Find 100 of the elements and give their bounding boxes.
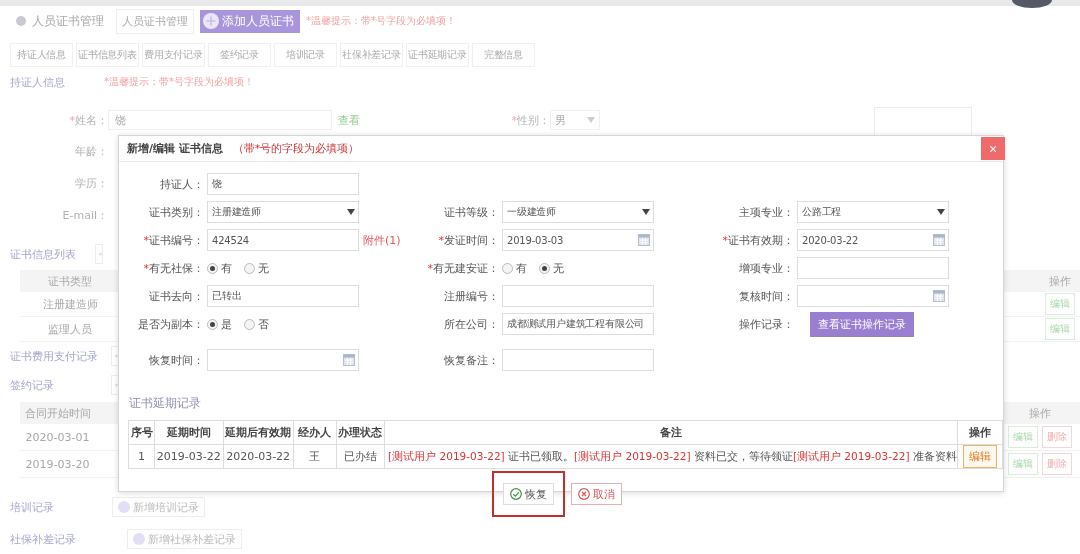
add-record-button[interactable]: 新增培训记录 <box>112 497 205 517</box>
radio-button[interactable] <box>244 318 255 330</box>
table-cell: 1 <box>128 444 155 469</box>
field-label: *有无社保： <box>142 260 204 276</box>
calendar-icon <box>933 234 945 246</box>
check-circle-icon <box>509 488 522 500</box>
select-field[interactable]: 公路工程 <box>797 201 949 223</box>
calendar-icon <box>638 234 650 246</box>
radio-label: 无 <box>258 260 269 276</box>
edit-button[interactable]: 编辑 <box>1045 293 1075 315</box>
date-field[interactable] <box>207 349 359 371</box>
radio-label: 有 <box>221 260 232 276</box>
tab[interactable]: 社保补差记录 <box>340 43 403 67</box>
delete-button[interactable]: 删除 <box>1042 426 1072 448</box>
tab[interactable]: 证书信息列表 <box>76 43 139 67</box>
table-cell-text: 注册建造师 <box>41 296 99 312</box>
caret-icon <box>347 209 355 215</box>
page-title: 人员证书管理 <box>32 12 104 30</box>
field-label: 恢复备注： <box>443 352 499 368</box>
close-button[interactable]: × <box>981 137 1005 160</box>
gender-select[interactable]: 男 <box>550 110 600 130</box>
field-label: 是否为副本： <box>137 316 204 332</box>
edit-button[interactable]: 编辑 <box>962 445 997 468</box>
column-header: 合同开始时间 <box>23 405 92 421</box>
section-title: 证书费用支付记录 <box>10 348 99 364</box>
field-label: *性别： <box>510 112 550 128</box>
table-cell: 2019-03-22 <box>154 444 223 469</box>
breadcrumb-button[interactable]: 人员证书管理 <box>116 8 194 34</box>
caret-icon <box>642 209 650 215</box>
radio-label: 否 <box>258 316 269 332</box>
close-circle-icon <box>577 488 590 500</box>
text-field[interactable]: 饶 <box>207 173 359 195</box>
table-cell-text: 2019-03-20 <box>24 457 91 471</box>
tab[interactable]: 持证人信息 <box>10 43 73 67</box>
radio-button[interactable] <box>244 262 255 274</box>
text-field[interactable]: 已转出 <box>207 285 359 307</box>
text-field[interactable]: 424524 <box>207 229 359 251</box>
date-field[interactable]: 2019-03-03 <box>502 229 654 251</box>
plus-icon <box>203 13 219 29</box>
view-link[interactable]: 查看 <box>338 112 360 128</box>
field-label: 恢复时间： <box>148 352 204 368</box>
tab[interactable]: 费用支付记录 <box>142 43 205 67</box>
tab[interactable]: 签约记录 <box>208 43 271 67</box>
date-field[interactable] <box>797 285 949 307</box>
add-certificate-button[interactable]: 添加人员证书 <box>200 9 300 33</box>
attachment-link[interactable]: 附件(1) <box>363 232 401 248</box>
radio-button[interactable] <box>207 318 218 330</box>
select-field[interactable]: 注册建造师 <box>207 201 359 223</box>
column-header: 操作 <box>957 420 1003 445</box>
radio-label: 是 <box>221 316 232 332</box>
calendar-icon <box>343 354 355 366</box>
radio-button[interactable] <box>539 262 550 274</box>
tab[interactable]: 培训记录 <box>274 43 337 67</box>
column-header: 证书类型 <box>47 273 93 289</box>
column-header: 办理状态 <box>336 420 385 445</box>
cancel-button[interactable]: 取消 <box>570 483 622 505</box>
field-label: E-mail： <box>61 207 108 223</box>
delete-button[interactable]: 删除 <box>1042 453 1072 475</box>
restore-button[interactable]: 恢复 <box>502 483 554 505</box>
field-label: *证书有效期： <box>721 232 794 248</box>
field-label: 复核时间： <box>738 288 794 304</box>
remark-cell: [测试用户 2019-03-22] 证书已领取。[测试用户 2019-03-22] 资料已交，等待领证[测试用户 2019-03-22] 准备资料 <box>384 444 958 469</box>
text-field[interactable]: 成都测试用户建筑工程有限公司 <box>502 313 654 335</box>
section-title: 社保补差记录 <box>10 531 77 547</box>
column-header: 序号 <box>128 420 155 445</box>
name-field[interactable]: 饶 <box>108 110 332 130</box>
select-field[interactable]: 一级建造师 <box>502 201 654 223</box>
field-label: 注册编号： <box>443 288 499 304</box>
operation-log-button[interactable]: 查看证书操作记录 <box>810 311 914 337</box>
required-note: （带*号的字段为必填项） <box>232 141 360 156</box>
tab[interactable]: 完整信息 <box>472 43 535 67</box>
column-header: 备注 <box>384 420 958 445</box>
table-cell-text: 2020-03-01 <box>24 430 91 444</box>
field-label: *有无建安证： <box>426 260 499 276</box>
add-record-button[interactable]: 新增社保补差记录 <box>127 529 242 549</box>
edit-button[interactable]: 编辑 <box>1008 453 1038 475</box>
edit-button[interactable]: 编辑 <box>1045 318 1075 340</box>
tab[interactable]: 证书延期记录 <box>406 43 469 67</box>
table-cell: 已办结 <box>336 444 385 469</box>
radio-button[interactable] <box>502 262 513 274</box>
text-field[interactable] <box>502 349 654 371</box>
text-field[interactable] <box>502 285 654 307</box>
hint-text: *温馨提示：带*号字段为必填项！ <box>104 75 254 89</box>
dot-icon <box>16 16 26 26</box>
field-label: 证书去向： <box>148 288 204 304</box>
edit-button[interactable]: 编辑 <box>1008 426 1038 448</box>
section-title: 持证人信息 <box>10 74 66 90</box>
field-label: *证书编号： <box>142 232 204 248</box>
section-title: 培训记录 <box>10 499 55 515</box>
avatar-icon <box>1012 0 1052 8</box>
field-label: 证书等级： <box>443 204 499 220</box>
radio-button[interactable] <box>207 262 218 274</box>
field-label: 证书类别： <box>148 204 204 220</box>
date-field[interactable]: 2020-03-22 <box>797 229 949 251</box>
field-label: 年龄： <box>74 143 108 159</box>
column-header: 经办人 <box>293 420 337 445</box>
field-label: 操作记录： <box>738 316 794 332</box>
text-field[interactable] <box>797 257 949 279</box>
field-label: 所在公司： <box>443 316 499 332</box>
field-label: *姓名： <box>68 112 108 128</box>
